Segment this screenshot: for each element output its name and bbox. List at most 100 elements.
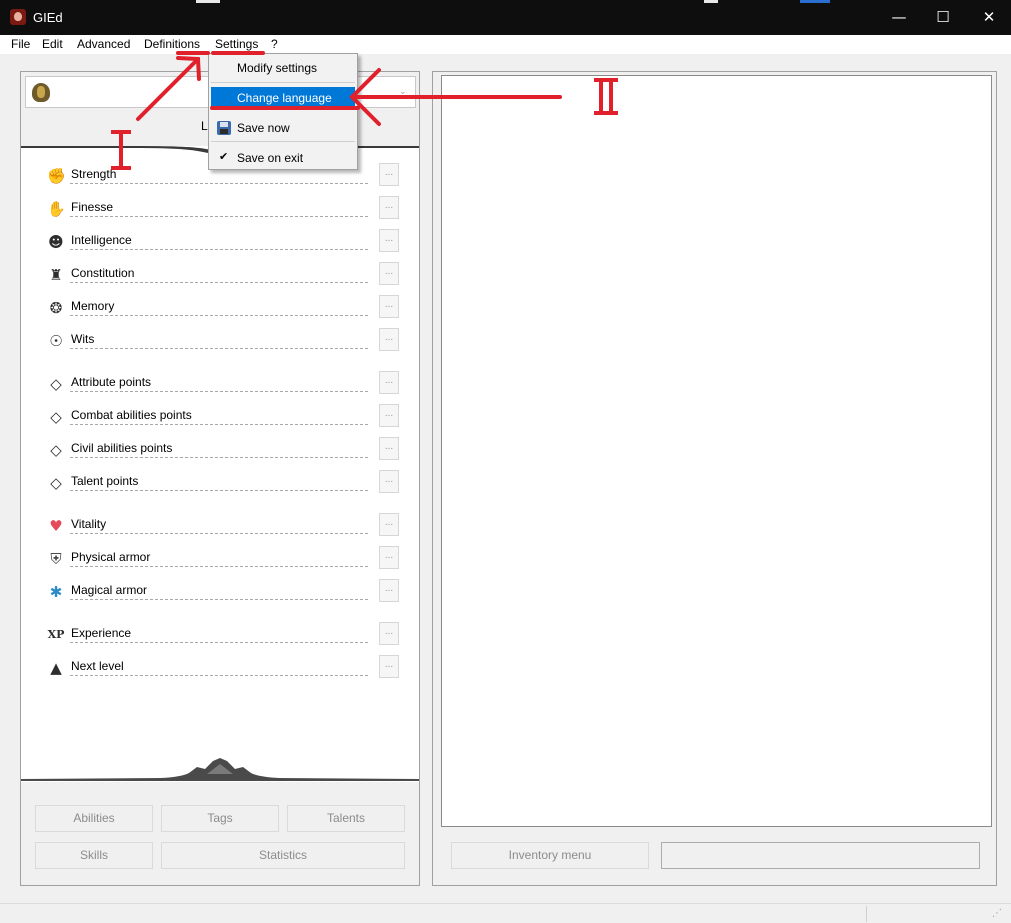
intelligence-icon: ☻ [48, 233, 64, 251]
menu-item-modify-settings[interactable]: Modify settings [211, 57, 355, 79]
character-portrait-icon [32, 83, 50, 102]
stat-label: Experience [71, 626, 132, 640]
stat-edit-button[interactable]: ... [379, 328, 399, 351]
stat-edit-button[interactable]: ... [379, 546, 399, 569]
menu-file[interactable]: File [11, 37, 30, 51]
stat-value-line [70, 216, 368, 217]
diamond-icon: ◇ [50, 375, 62, 393]
stat-label: Memory [71, 299, 115, 313]
menu-help[interactable]: ? [271, 37, 278, 51]
stat-label: Wits [71, 332, 95, 346]
menu-item-label: Save on exit [237, 151, 304, 165]
stat-row-attribute-points: ◇ Attribute points... [21, 371, 419, 402]
stat-row-magical-armor: ✱ Magical armor... [21, 579, 419, 610]
stat-edit-button[interactable]: ... [379, 371, 399, 394]
finesse-icon: ✋ [47, 200, 66, 218]
chevron-down-icon[interactable]: ⌄ [399, 86, 407, 97]
wits-icon: ☉ [49, 332, 63, 350]
stat-edit-button[interactable]: ... [379, 470, 399, 493]
maximize-button[interactable]: ☐ [920, 0, 966, 35]
stat-label: Intelligence [71, 233, 132, 247]
abilities-button[interactable]: Abilities [35, 805, 153, 832]
window-title: GIEd [33, 10, 63, 25]
menu-item-save-on-exit[interactable]: ✔ Save on exit [211, 147, 355, 169]
inventory-field[interactable] [661, 842, 980, 869]
stat-value-line [70, 675, 368, 676]
stat-value-line [70, 457, 368, 458]
tags-button[interactable]: Tags [161, 805, 279, 832]
stat-edit-button[interactable]: ... [379, 655, 399, 678]
stat-edit-button[interactable]: ... [379, 513, 399, 536]
memory-icon: ❂ [49, 299, 63, 317]
close-button[interactable]: ✕ [966, 0, 1011, 35]
stat-edit-button[interactable]: ... [379, 163, 399, 186]
stat-row-intelligence: ☻ Intelligence... [21, 229, 419, 260]
taskbar-fragment [196, 0, 220, 3]
stat-row-wits: ☉ Wits... [21, 328, 419, 359]
stat-row-vitality: ♥ Vitality... [21, 513, 419, 544]
shield-icon: ⛨ [50, 550, 62, 568]
stat-label: Combat abilities points [71, 408, 192, 422]
taskbar-fragment [704, 0, 718, 3]
menu-item-label: Modify settings [237, 61, 318, 75]
strength-icon: ✊ [47, 167, 66, 185]
menu-settings[interactable]: Settings [215, 37, 258, 51]
stat-row-next-level: ▲ Next level... [21, 655, 419, 686]
stat-row-physical-armor: ⛨ Physical armor... [21, 546, 419, 577]
menu-edit[interactable]: Edit [42, 37, 63, 51]
stat-edit-button[interactable]: ... [379, 229, 399, 252]
stat-label: Civil abilities points [71, 441, 173, 455]
statistics-button[interactable]: Statistics [161, 842, 405, 869]
menu-item-label: Save now [237, 121, 290, 135]
diamond-icon: ◇ [50, 408, 62, 426]
stat-value-line [70, 315, 368, 316]
checkmark-icon: ✔ [219, 150, 229, 163]
diamond-icon: ◇ [50, 474, 62, 492]
character-tabs-area: Abilities Tags Talents Skills Statistics [21, 782, 419, 885]
menu-item-change-language[interactable]: Change language [211, 87, 355, 109]
stat-label: Vitality [71, 517, 107, 531]
stat-value-line [70, 533, 368, 534]
menu-separator [211, 82, 355, 83]
stat-value-line [70, 424, 368, 425]
inventory-menu-button[interactable]: Inventory menu [451, 842, 649, 869]
stat-row-talent-points: ◇ Talent points... [21, 470, 419, 501]
menu-item-save-now[interactable]: Save now [211, 117, 355, 139]
arrow-up-icon: ▲ [50, 659, 62, 677]
constitution-icon: ♜ [49, 266, 63, 284]
stat-edit-button[interactable]: ... [379, 622, 399, 645]
menu-definitions[interactable]: Definitions [144, 37, 200, 51]
magic-shield-icon: ✱ [49, 583, 63, 601]
minimize-button[interactable]: — [876, 0, 922, 35]
skills-button[interactable]: Skills [35, 842, 153, 869]
stat-label: Strength [71, 167, 117, 181]
menu-advanced[interactable]: Advanced [77, 37, 130, 51]
stat-edit-button[interactable]: ... [379, 295, 399, 318]
level-label: L [201, 119, 208, 133]
title-bar: GIEd — ☐ ✕ [0, 0, 1011, 35]
taskbar-fragment [800, 0, 830, 3]
stat-value-line [70, 391, 368, 392]
stat-value-line [70, 599, 368, 600]
stat-row-constitution: ♜ Constitution... [21, 262, 419, 293]
stat-edit-button[interactable]: ... [379, 196, 399, 219]
stat-value-line [70, 183, 368, 184]
stat-edit-button[interactable]: ... [379, 437, 399, 460]
stat-edit-button[interactable]: ... [379, 579, 399, 602]
stat-label: Attribute points [71, 375, 152, 389]
inventory-content-area[interactable] [441, 75, 992, 827]
heart-icon: ♥ [49, 517, 63, 535]
floppy-disk-icon [217, 121, 231, 135]
xp-icon: XP [47, 628, 65, 641]
talents-button[interactable]: Talents [287, 805, 405, 832]
menu-bar: File Edit Advanced Definitions Settings … [0, 35, 1011, 54]
settings-dropdown-menu: Modify settings Change language Save now… [208, 53, 358, 170]
menu-item-label: Change language [237, 91, 332, 105]
stat-edit-button[interactable]: ... [379, 404, 399, 427]
stat-label: Physical armor [71, 550, 151, 564]
stat-value-line [70, 642, 368, 643]
stat-row-finesse: ✋ Finesse... [21, 196, 419, 227]
menu-separator [211, 141, 355, 142]
stat-edit-button[interactable]: ... [379, 262, 399, 285]
resize-grip-icon[interactable]: ⋰ [992, 908, 1002, 919]
